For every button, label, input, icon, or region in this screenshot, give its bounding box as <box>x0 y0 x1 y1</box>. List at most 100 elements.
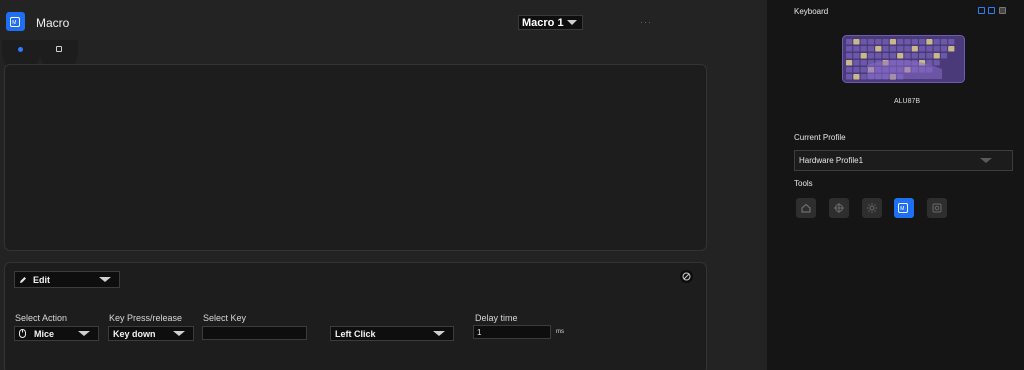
svg-text:M: M <box>900 206 904 212</box>
tools-label: Tools <box>794 179 813 188</box>
record-icon <box>17 46 23 52</box>
keycap <box>875 39 882 45</box>
macro-icon: M <box>9 16 20 27</box>
device-settings-icon[interactable] <box>999 7 1006 14</box>
svg-text:M: M <box>12 20 16 26</box>
keycap <box>948 39 955 45</box>
keycap <box>867 39 875 45</box>
page-title: Macro <box>36 16 70 30</box>
keycap <box>846 60 853 66</box>
keycap <box>846 67 853 73</box>
keycap <box>860 39 867 45</box>
keycap <box>860 67 867 73</box>
select-action-dropdown[interactable]: Mice <box>14 326 99 341</box>
keycap <box>926 39 933 45</box>
mouse-icon <box>19 329 26 338</box>
chevron-down-icon <box>433 331 445 336</box>
keycap <box>919 39 926 45</box>
mouse-button-dropdown[interactable]: Left Click <box>330 326 454 341</box>
keycap <box>933 53 940 59</box>
keycap <box>940 53 948 59</box>
keycap <box>853 74 860 80</box>
select-key-label: Select Key <box>203 313 247 323</box>
keycap <box>911 39 918 45</box>
tool-home[interactable] <box>796 198 816 218</box>
chevron-down-icon <box>567 20 577 25</box>
keycap <box>926 53 933 59</box>
keycap <box>846 39 853 45</box>
clear-button[interactable] <box>680 270 693 283</box>
tool-lighting[interactable] <box>862 198 882 218</box>
chevron-down-icon <box>173 331 185 336</box>
macro-record-list[interactable] <box>4 64 707 251</box>
record-button[interactable] <box>11 40 29 58</box>
export-icon[interactable] <box>988 7 995 14</box>
keycap <box>882 39 889 45</box>
keyboard-model-name: ALU87B <box>894 98 921 105</box>
import-icon[interactable] <box>978 7 985 14</box>
key-press-value: Key down <box>113 328 156 339</box>
chevron-down-icon <box>980 158 992 163</box>
macro-icon: M <box>898 203 908 213</box>
keycap <box>875 53 882 59</box>
current-profile-label: Current Profile <box>794 133 846 142</box>
keycap <box>897 53 904 59</box>
stop-icon <box>56 46 62 52</box>
tool-settings[interactable] <box>927 198 947 218</box>
keycap <box>933 39 940 45</box>
keycap <box>933 60 940 66</box>
select-action-value: Mice <box>34 328 55 339</box>
macro-select-value: Macro 1 <box>522 16 564 29</box>
keycap <box>853 60 860 66</box>
keycap <box>882 53 889 59</box>
more-options-button[interactable]: ··· <box>640 17 652 27</box>
keycap <box>846 53 853 59</box>
select-key-input[interactable] <box>202 326 307 340</box>
select-action-label: Select Action <box>15 313 68 323</box>
keycap <box>897 46 904 52</box>
keycap <box>940 46 948 52</box>
edit-mode-select[interactable]: Edit <box>14 271 120 288</box>
tool-crosshair[interactable] <box>829 198 849 218</box>
keycap <box>846 46 853 52</box>
keycap <box>860 53 867 59</box>
keycap <box>919 53 926 59</box>
delay-time-label: Delay time <box>475 313 518 323</box>
keycap <box>867 53 875 59</box>
edit-mode-value: Edit <box>33 274 50 285</box>
keyboard-image <box>842 35 965 83</box>
sun-icon <box>867 203 877 213</box>
keycap <box>911 53 918 59</box>
profile-select[interactable]: Hardware Profile1 <box>794 150 1013 171</box>
mouse-button-value: Left Click <box>335 328 376 339</box>
keycap <box>911 46 918 52</box>
keycap <box>853 67 860 73</box>
chevron-down-icon <box>99 277 111 282</box>
macro-select[interactable]: Macro 1 <box>518 15 583 30</box>
macro-app-icon: M <box>6 12 25 31</box>
home-icon <box>801 203 811 213</box>
delay-time-input[interactable] <box>473 325 551 339</box>
profile-select-value: Hardware Profile1 <box>799 156 864 165</box>
keycap <box>897 39 904 45</box>
crosshair-icon <box>834 203 844 213</box>
tool-macro[interactable]: M <box>894 198 914 218</box>
keycap <box>853 46 860 52</box>
keycap <box>860 60 867 66</box>
pencil-icon <box>20 276 26 283</box>
keyboard-label: Keyboard <box>794 7 829 16</box>
keycap <box>926 46 933 52</box>
keycap <box>919 46 926 52</box>
keycap <box>860 46 867 52</box>
keycap <box>940 39 948 45</box>
stop-button[interactable] <box>50 40 68 58</box>
chevron-down-icon <box>78 331 90 336</box>
keycap <box>853 39 860 45</box>
prohibit-icon <box>682 272 691 281</box>
keycap <box>846 74 853 80</box>
keycap <box>904 39 911 45</box>
keycap <box>860 74 867 80</box>
key-press-dropdown[interactable]: Key down <box>108 326 194 341</box>
keycap <box>948 46 955 52</box>
settings-icon <box>932 203 942 213</box>
